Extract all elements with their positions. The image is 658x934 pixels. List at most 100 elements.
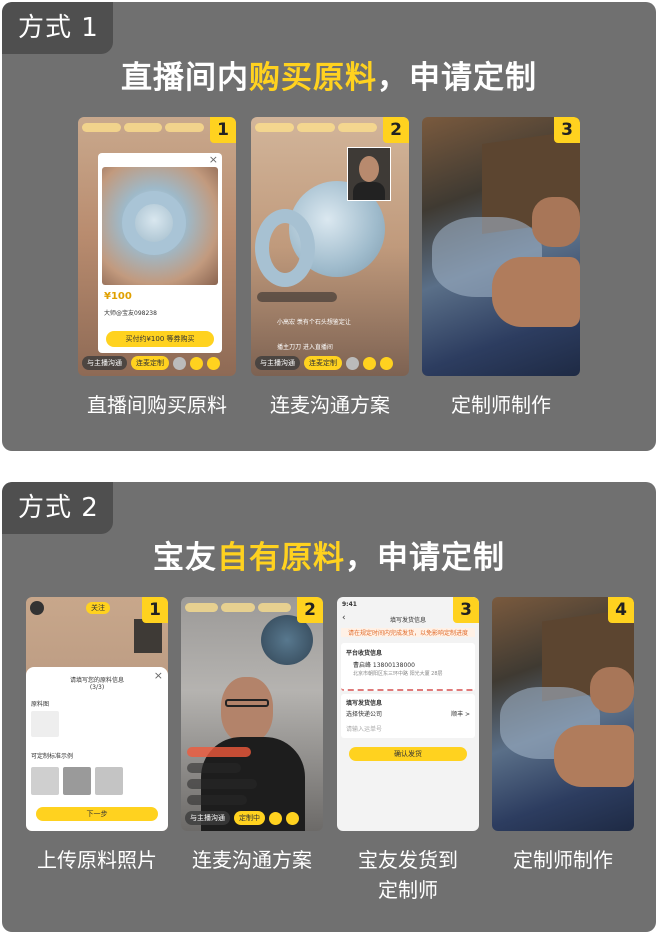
headline-text-end: ，申请定制 xyxy=(377,60,537,96)
chat-bubble xyxy=(187,779,257,789)
tracking-input[interactable]: 请输入运单号 xyxy=(346,724,382,733)
talk-button[interactable]: 与主播沟通 xyxy=(255,356,300,370)
chat-bubble xyxy=(187,795,247,805)
modal-step: (3/3) xyxy=(89,684,105,691)
live-top-bar xyxy=(255,123,378,132)
method-1-headline: 直播间内购买原料，申请定制 xyxy=(2,52,656,97)
example-photo xyxy=(31,767,59,795)
notice-banner: 请在规定时间内完成发货，以免影响定制进度 xyxy=(341,628,475,637)
avatar xyxy=(30,601,44,615)
method-1-tag: 方式 1 xyxy=(2,2,113,54)
chat-bubble xyxy=(187,747,251,757)
modal-title: 请填写您的原料信息 xyxy=(69,677,124,684)
step-caption: 直播间购买原料 xyxy=(87,393,227,417)
step-caption: 定制师制作 xyxy=(451,393,551,417)
courier-value[interactable]: 顺丰 > xyxy=(451,709,470,718)
talk-button[interactable]: 与主播沟通 xyxy=(82,356,127,370)
bracelet-image xyxy=(102,167,218,285)
menu-icon[interactable] xyxy=(173,356,186,370)
custom-button[interactable]: 连麦定制 xyxy=(304,356,342,370)
close-icon[interactable]: × xyxy=(209,153,218,166)
bracelet-image xyxy=(255,209,315,287)
hand-image xyxy=(532,197,580,247)
headline-highlight: 自有原料 xyxy=(217,540,345,576)
gift-icon[interactable] xyxy=(286,811,299,825)
upload-modal: 请填写您的原料信息 (3/3) × 原料图 可定制标准示例 下一步 xyxy=(26,667,168,831)
chat-bubble xyxy=(257,292,337,302)
live-bottom-bar: 与主播沟通 连麦定制 xyxy=(82,355,232,371)
cohost-video xyxy=(134,619,162,653)
step-4-photo: 4 xyxy=(492,597,634,831)
headline-text: 直播间内 xyxy=(121,60,249,96)
step-badge: 3 xyxy=(554,117,580,143)
talk-button[interactable]: 与主播沟通 xyxy=(185,811,230,825)
purchase-modal: × ¥100 大师@宝友098238 买付约¥100 等券购买 xyxy=(98,153,222,353)
method-2-headline: 宝友自有原料，申请定制 xyxy=(2,532,656,577)
step-caption: 定制师制作 xyxy=(513,848,613,872)
headline-highlight: 购买原料 xyxy=(249,60,377,96)
method-2-panel: 方式 2 宝友自有原料，申请定制 关注 请填写您的原料信息 (3/3) × 原料… xyxy=(2,482,656,932)
menu-icon[interactable] xyxy=(346,356,359,370)
live-bottom-bar: 与主播沟通 定制中 xyxy=(185,810,319,826)
live-top-bar xyxy=(185,603,291,612)
live-top-bar xyxy=(82,123,205,132)
join-line: 播主刀刀 进入直播间 xyxy=(277,344,333,351)
step-badge: 2 xyxy=(383,117,409,143)
method-1-panel: 方式 1 直播间内购买原料，申请定制 × ¥100 大师@宝友098238 买付… xyxy=(2,2,656,451)
address-line: 北京市朝阳区东三环中路 阳光大厦 28层 xyxy=(353,671,443,677)
platform-address-card: 平台收货信息 曹启峰 13800138000 北京市朝阳区东三环中路 阳光大厦 … xyxy=(341,643,475,691)
example-photo xyxy=(95,767,123,795)
step-1-screenshot: × ¥100 大师@宝友098238 买付约¥100 等券购买 与主播沟通 连麦… xyxy=(78,117,236,376)
headline-text: 宝友 xyxy=(153,540,217,576)
custom-button[interactable]: 定制中 xyxy=(234,811,265,825)
sender-card: 填写发货信息 选择快递公司 顺丰 > 请输入运单号 xyxy=(341,694,475,738)
hand-image xyxy=(590,667,634,713)
host-face xyxy=(221,677,273,743)
step-2-screenshot: 与主播沟通 定制中 2 xyxy=(181,597,323,831)
close-icon[interactable]: × xyxy=(154,669,163,682)
cohost-video xyxy=(347,147,391,201)
step-3-photo: 3 xyxy=(422,117,580,376)
price-label: ¥100 xyxy=(104,291,132,302)
confirm-ship-button[interactable]: 确认发货 xyxy=(349,747,467,761)
step-badge: 2 xyxy=(297,597,323,623)
buy-button[interactable]: 买付约¥100 等券购买 xyxy=(106,331,214,347)
share-icon[interactable] xyxy=(363,356,376,370)
step-1-screenshot: 关注 请填写您的原料信息 (3/3) × 原料图 可定制标准示例 下一步 1 xyxy=(26,597,168,831)
example-label: 可定制标准示例 xyxy=(31,753,74,760)
headline-text-end: ，申请定制 xyxy=(345,540,505,576)
photo-label: 原料图 xyxy=(31,701,50,708)
step-badge: 1 xyxy=(210,117,236,143)
hand-image xyxy=(554,725,634,787)
gift-icon[interactable] xyxy=(380,356,393,370)
method-2-tag: 方式 2 xyxy=(2,482,113,534)
live-bottom-bar: 与主播沟通 连麦定制 xyxy=(255,355,405,371)
follow-button[interactable]: 关注 xyxy=(86,602,110,614)
step-badge: 1 xyxy=(142,597,168,623)
sender-section-title: 填写发货信息 xyxy=(346,700,383,707)
share-icon[interactable] xyxy=(190,356,203,370)
step-caption: 宝友发货到 定制师 xyxy=(358,848,458,902)
step-2-screenshot: 小高宏 羡有个石头想鉴定让 播主刀刀 进入直播间 与主播沟通 连麦定制 2 xyxy=(251,117,409,376)
receiver-line: 曹启峰 13800138000 xyxy=(353,662,415,669)
courier-label[interactable]: 选择快递公司 xyxy=(346,709,382,718)
custom-button[interactable]: 连麦定制 xyxy=(131,356,169,370)
gift-icon[interactable] xyxy=(207,356,220,370)
step-badge: 3 xyxy=(453,597,479,623)
chat-bubble xyxy=(187,763,241,773)
step-caption: 上传原料照片 xyxy=(37,848,157,872)
step-3-screenshot: 9:41 ‹ 填写发货信息 请在规定时间内完成发货，以免影响定制进度 平台收货信… xyxy=(337,597,479,831)
platform-section-title: 平台收货信息 xyxy=(346,650,383,657)
seller-label: 大师@宝友098238 xyxy=(104,310,157,317)
step-caption: 连麦沟通方案 xyxy=(192,848,312,872)
share-icon[interactable] xyxy=(269,811,282,825)
next-button[interactable]: 下一步 xyxy=(36,807,158,821)
hand-image xyxy=(492,257,580,327)
image-placeholder-icon[interactable] xyxy=(31,711,59,737)
step-caption: 连麦沟通方案 xyxy=(270,393,390,417)
step-badge: 4 xyxy=(608,597,634,623)
chat-line: 小高宏 羡有个石头想鉴定让 xyxy=(277,319,351,326)
status-time: 9:41 xyxy=(342,601,357,608)
example-photo xyxy=(63,767,91,795)
glasses-icon xyxy=(225,699,269,707)
